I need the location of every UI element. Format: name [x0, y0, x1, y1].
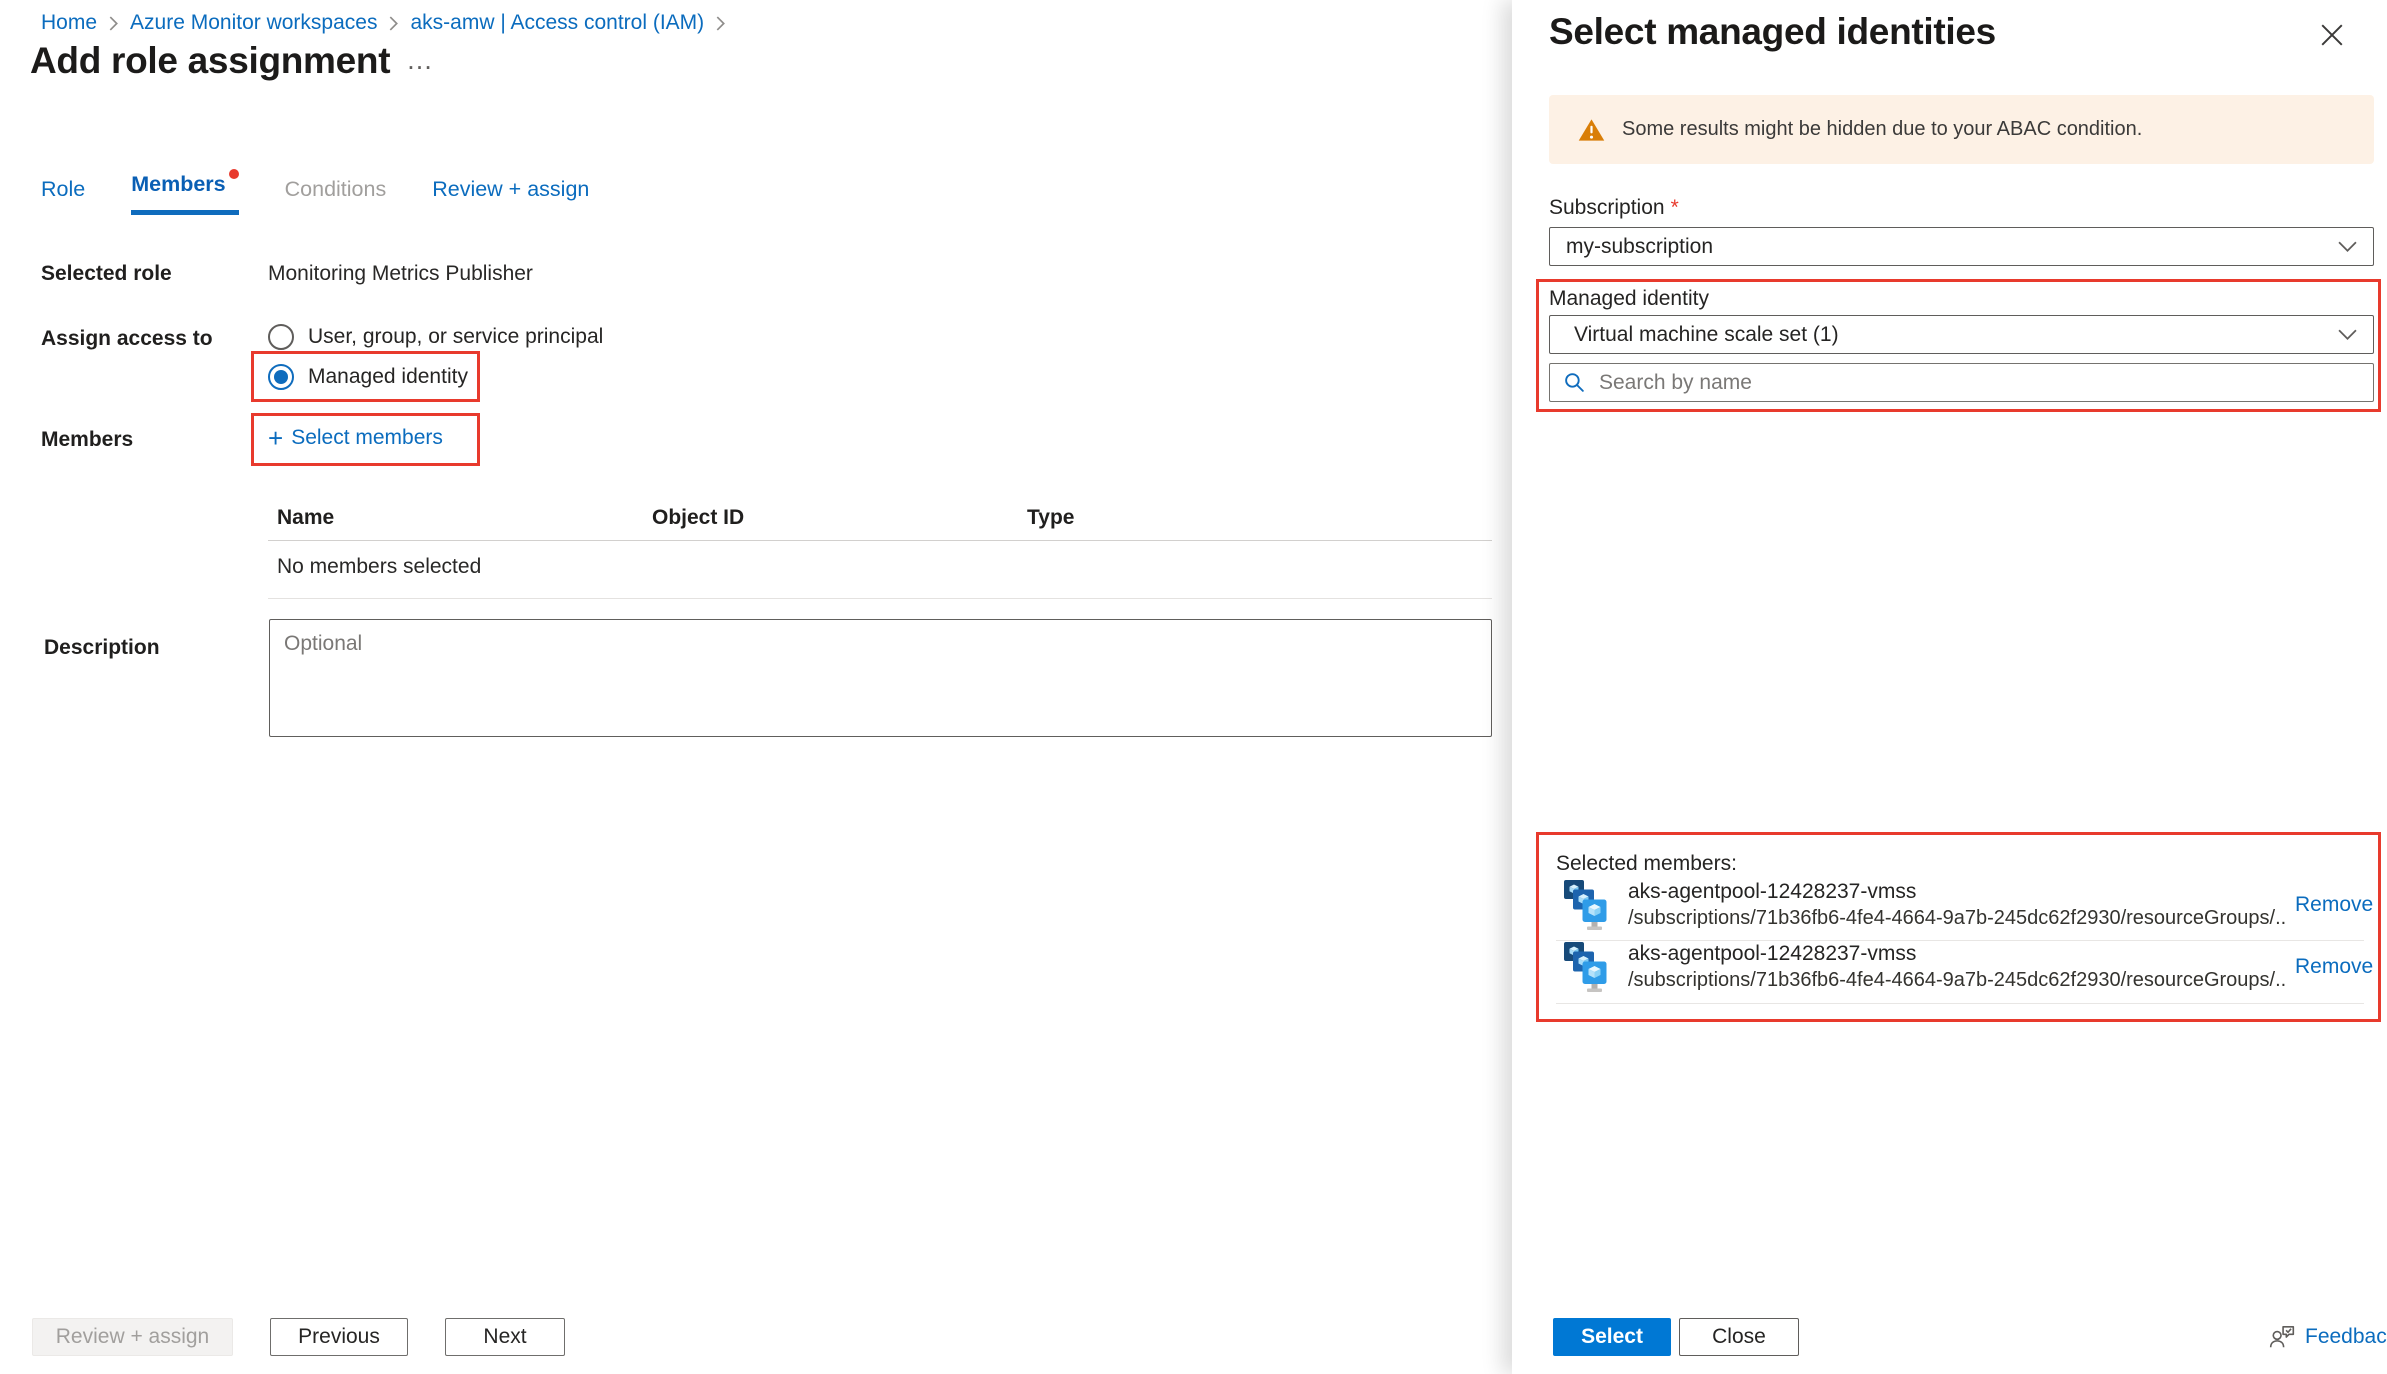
members-label: Members	[41, 428, 133, 452]
selected-members-label: Selected members:	[1556, 852, 1737, 876]
chevron-down-icon	[2338, 329, 2357, 340]
column-header-object-id: Object ID	[652, 506, 744, 530]
managed-identity-dropdown[interactable]: Virtual machine scale set (1)	[1549, 315, 2374, 354]
close-button[interactable]: Close	[1679, 1318, 1799, 1356]
selected-role-value: Monitoring Metrics Publisher	[268, 262, 533, 286]
feedback-label: Feedback	[2305, 1325, 2387, 1349]
required-asterisk: *	[1671, 196, 1679, 219]
table-row: No members selected	[268, 541, 1492, 599]
vmss-icon	[1564, 880, 1608, 932]
tab-members-label: Members	[131, 172, 225, 196]
divider	[1556, 940, 2364, 941]
description-textarea[interactable]	[269, 619, 1492, 737]
tab-role[interactable]: Role	[41, 177, 85, 215]
next-button[interactable]: Next	[445, 1318, 565, 1356]
tab-review-assign[interactable]: Review + assign	[432, 177, 589, 215]
selected-role-label: Selected role	[41, 262, 172, 286]
breadcrumb: Home Azure Monitor workspaces aks-amw | …	[41, 11, 725, 35]
remove-member-link[interactable]: Remove	[2295, 955, 2373, 979]
divider	[1556, 1003, 2364, 1004]
feedback-link[interactable]: Feedback	[2268, 1324, 2387, 1350]
member-name: aks-agentpool-12428237-vmss	[1628, 880, 1916, 904]
select-button[interactable]: Select	[1553, 1318, 1671, 1356]
warning-banner: Some results might be hidden due to your…	[1549, 95, 2374, 164]
members-table: Name Object ID Type No members selected	[268, 500, 1492, 599]
member-resource-path: /subscriptions/71b36fb6-4fe4-4664-9a7b-2…	[1628, 969, 2288, 992]
chevron-right-icon	[389, 16, 398, 31]
column-header-type: Type	[1027, 506, 1074, 530]
column-header-name: Name	[277, 506, 334, 530]
breadcrumb-azure-monitor-workspaces[interactable]: Azure Monitor workspaces	[130, 11, 377, 35]
chevron-right-icon	[109, 16, 118, 31]
tab-members[interactable]: Members	[131, 172, 238, 215]
select-managed-identities-panel: Select managed identities Some results m…	[1512, 0, 2387, 1374]
breadcrumb-home[interactable]: Home	[41, 11, 97, 35]
breadcrumb-access-control[interactable]: aks-amw | Access control (IAM)	[410, 11, 704, 35]
close-panel-button[interactable]	[2308, 12, 2356, 58]
select-members-link[interactable]: + Select members	[268, 426, 443, 450]
radio-user-group-service-principal[interactable]: User, group, or service principal	[268, 324, 603, 350]
member-name: aks-agentpool-12428237-vmss	[1628, 942, 1916, 966]
select-members-label: Select members	[291, 426, 443, 450]
panel-title: Select managed identities	[1549, 11, 1996, 53]
subscription-dropdown-value: my-subscription	[1566, 235, 1713, 259]
description-field-container	[269, 619, 1492, 737]
vmss-icon	[1564, 942, 1608, 994]
feedback-icon	[2268, 1324, 2296, 1350]
managed-identity-dropdown-value: Virtual machine scale set (1)	[1574, 323, 1839, 347]
review-assign-button[interactable]: Review + assign	[32, 1318, 233, 1356]
search-input[interactable]	[1597, 370, 2360, 396]
more-options-button[interactable]: …	[400, 44, 442, 77]
radio-circle-selected	[268, 364, 294, 390]
search-icon	[1563, 371, 1586, 394]
warning-text: Some results might be hidden due to your…	[1622, 118, 2142, 141]
description-label: Description	[44, 636, 160, 660]
page-title: Add role assignment	[30, 40, 390, 82]
members-tab-notification-dot	[229, 169, 239, 179]
radio-managed-identity-label: Managed identity	[308, 365, 468, 389]
previous-button[interactable]: Previous	[270, 1318, 408, 1356]
plus-icon: +	[268, 428, 283, 449]
search-box	[1549, 363, 2374, 402]
radio-circle-unselected	[268, 324, 294, 350]
managed-identity-label: Managed identity	[1549, 287, 1709, 311]
chevron-right-icon	[716, 16, 725, 31]
close-icon	[2321, 24, 2343, 46]
subscription-label-text: Subscription	[1549, 196, 1665, 219]
radio-user-group-label: User, group, or service principal	[308, 325, 603, 349]
subscription-label: Subscription *	[1549, 196, 1679, 220]
subscription-dropdown[interactable]: my-subscription	[1549, 227, 2374, 266]
no-members-selected-text: No members selected	[277, 555, 481, 579]
chevron-down-icon	[2338, 241, 2357, 252]
assign-access-to-label: Assign access to	[41, 327, 213, 351]
warning-triangle-icon	[1578, 118, 1605, 142]
remove-member-link[interactable]: Remove	[2295, 893, 2373, 917]
tab-bar: Role Members Conditions Review + assign	[41, 172, 589, 215]
tab-conditions: Conditions	[285, 177, 387, 215]
members-table-header: Name Object ID Type	[268, 500, 1492, 541]
member-resource-path: /subscriptions/71b36fb6-4fe4-4664-9a7b-2…	[1628, 907, 2288, 930]
radio-managed-identity[interactable]: Managed identity	[268, 364, 468, 390]
